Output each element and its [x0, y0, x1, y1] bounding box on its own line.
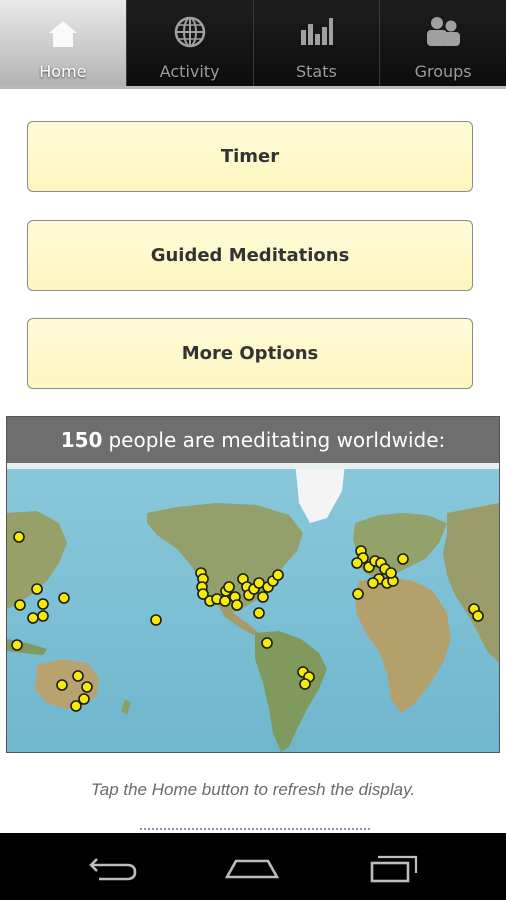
meditator-marker [58, 592, 70, 604]
world-map[interactable] [7, 463, 499, 752]
people-icon [427, 17, 461, 46]
meditator-marker [299, 678, 311, 690]
meditator-marker [257, 591, 269, 603]
tab-bar-divider [0, 86, 506, 89]
home-icon[interactable] [222, 849, 282, 885]
meditator-marker [223, 581, 235, 593]
more-options-button[interactable]: More Options [27, 318, 473, 389]
meditator-marker [352, 588, 364, 600]
back-icon[interactable] [83, 849, 143, 885]
tab-label-groups: Groups [414, 62, 472, 81]
meditator-marker [72, 670, 84, 682]
recent-apps-icon[interactable] [364, 849, 424, 885]
tab-activity[interactable]: Activity [125, 0, 253, 86]
meditator-marker [272, 569, 284, 581]
meditating-text: people are meditating worldwide: [108, 428, 446, 452]
meditator-marker [231, 599, 243, 611]
meditator-marker [56, 679, 68, 691]
meditator-marker [261, 637, 273, 649]
meditator-marker [81, 681, 93, 693]
guided-meditations-button[interactable]: Guided Meditations [27, 220, 473, 291]
tab-label-home: Home [39, 62, 87, 81]
meditating-header: 150 people are meditating worldwide: [7, 417, 499, 463]
meditator-marker [385, 567, 397, 579]
meditator-marker [351, 557, 363, 569]
meditator-marker [14, 599, 26, 611]
tab-stats[interactable]: Stats [252, 0, 380, 86]
tab-bar: Home Activity Stats Groups [0, 0, 506, 87]
meditator-marker [37, 598, 49, 610]
meditator-marker [253, 607, 265, 619]
meditator-marker [37, 610, 49, 622]
timer-button[interactable]: Timer [27, 121, 473, 192]
meditator-marker [472, 610, 484, 622]
system-nav-bar [0, 833, 506, 900]
meditator-marker [27, 612, 39, 624]
meditator-marker [13, 531, 25, 543]
tab-label-activity: Activity [159, 62, 220, 81]
tab-label-stats: Stats [295, 62, 337, 81]
meditator-marker [31, 583, 43, 595]
tab-groups[interactable]: Groups [379, 0, 506, 86]
tab-home[interactable]: Home [0, 0, 126, 86]
home-icon [48, 21, 77, 47]
arctic-ice [7, 463, 499, 469]
meditator-marker [367, 577, 379, 589]
globe-icon [174, 16, 205, 48]
world-panel: 150 people are meditating worldwide: [6, 416, 500, 753]
meditating-count: 150 [60, 428, 103, 452]
bar-chart-icon [301, 18, 334, 45]
meditator-marker [219, 595, 231, 607]
meditator-marker [150, 614, 162, 626]
meditator-marker [397, 553, 409, 565]
refresh-hint: Tap the Home button to refresh the displ… [90, 780, 416, 799]
meditator-marker [11, 639, 23, 651]
meditator-marker [70, 700, 82, 712]
